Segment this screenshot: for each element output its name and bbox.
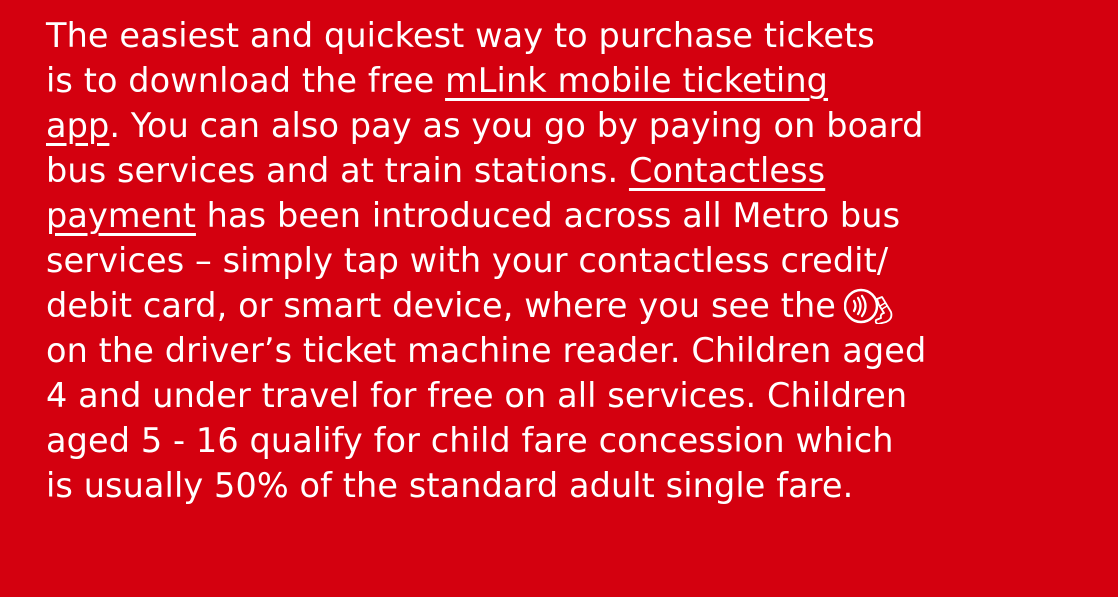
contactless-payment-icon xyxy=(844,288,894,324)
paragraph-line-1: The easiest and quickest way to purchase… xyxy=(46,16,875,55)
paragraph-line-9: 4 and under travel for free on all servi… xyxy=(46,376,908,415)
fare-info-panel: The easiest and quickest way to purchase… xyxy=(0,0,1118,597)
mlink-app-link-continued[interactable]: app xyxy=(46,106,109,145)
line-4-text: bus services and at train stations. xyxy=(46,151,629,190)
line-7-text: debit card, or smart device, where you s… xyxy=(46,286,836,325)
paragraph-line-7: debit card, or smart device, where you s… xyxy=(46,283,1118,328)
paragraph-line-8: on the driver’s ticket machine reader. C… xyxy=(46,331,927,370)
contactless-payment-link-continued[interactable]: payment xyxy=(46,196,196,235)
contactless-payment-link[interactable]: Contactless xyxy=(629,151,825,190)
paragraph-line-4: bus services and at train stations. Cont… xyxy=(46,148,1118,193)
line-2-text: is to download the free xyxy=(46,61,446,100)
line-5-text: has been introduced across all Metro bus xyxy=(195,196,901,235)
paragraph-line-10: aged 5 - 16 qualify for child fare conce… xyxy=(46,421,894,460)
line-3-text: . You can also pay as you go by paying o… xyxy=(109,106,924,145)
paragraph-line-5: payment has been introduced across all M… xyxy=(46,193,1118,238)
paragraph-line-2: is to download the free mLink mobile tic… xyxy=(46,58,1118,103)
paragraph-line-6: services – simply tap with your contactl… xyxy=(46,241,889,280)
paragraph-line-3: app. You can also pay as you go by payin… xyxy=(46,103,1118,148)
mlink-app-link[interactable]: mLink mobile ticketing xyxy=(445,61,828,100)
paragraph-line-11: is usually 50% of the standard adult sin… xyxy=(46,466,854,505)
